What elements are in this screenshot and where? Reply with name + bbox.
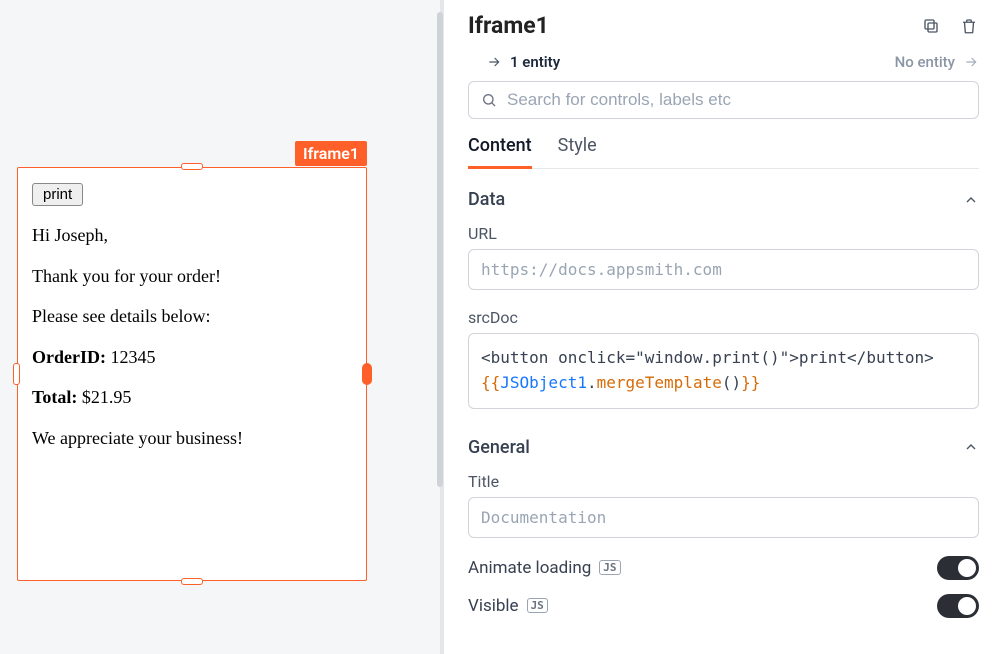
resize-handle-right[interactable]: [362, 363, 372, 385]
order-line: OrderID: 12345: [32, 346, 352, 369]
entity-count-text: 1 entity: [510, 53, 560, 71]
resize-handle-left[interactable]: [13, 363, 20, 385]
js-badge[interactable]: JS: [599, 560, 620, 575]
srcdoc-line1: <button onclick="window.print()">print</…: [481, 346, 966, 371]
token-close-braces: }}: [741, 373, 760, 392]
section-data-title: Data: [468, 189, 505, 210]
search-icon: [481, 92, 497, 108]
panel-title: Iframe1: [468, 12, 549, 39]
title-input[interactable]: Documentation: [468, 497, 979, 538]
greeting-text: Hi Joseph,: [32, 224, 352, 247]
url-input[interactable]: https://docs.appsmith.com: [468, 249, 979, 290]
panel-header: Iframe1: [468, 12, 979, 39]
search-input[interactable]: [507, 90, 966, 110]
resize-handle-top[interactable]: [181, 163, 203, 170]
print-button[interactable]: print: [32, 183, 83, 206]
token-object: JSObject1: [500, 373, 587, 392]
visible-label: Visible: [468, 596, 519, 616]
animate-loading-row: Animate loading JS: [468, 556, 979, 580]
title-label: Title: [468, 472, 979, 491]
token-open-braces: {{: [481, 373, 500, 392]
widget-label-chip: Iframe1: [295, 141, 367, 166]
section-general-header[interactable]: General: [468, 437, 979, 458]
visible-toggle[interactable]: [937, 594, 979, 618]
total-line: Total: $21.95: [32, 386, 352, 409]
entity-nav-row: 1 entity No entity: [468, 53, 979, 71]
section-data-header[interactable]: Data: [468, 189, 979, 210]
srcdoc-expr: {{JSObject1.mergeTemplate()}}: [481, 371, 966, 396]
srcdoc-label: srcDoc: [468, 308, 979, 327]
total-label: Total:: [32, 387, 77, 407]
srcdoc-input[interactable]: <button onclick="window.print()">print</…: [468, 333, 979, 409]
token-dot: .: [587, 373, 597, 392]
property-search[interactable]: [468, 81, 979, 119]
url-label: URL: [468, 224, 979, 243]
chevron-up-icon: [963, 439, 979, 455]
tab-content[interactable]: Content: [468, 135, 532, 169]
total-value: $21.95: [82, 387, 132, 407]
arrow-right-icon: [486, 54, 502, 70]
animate-loading-label: Animate loading: [468, 558, 591, 578]
order-value: 12345: [110, 347, 155, 367]
delete-icon[interactable]: [959, 16, 979, 36]
token-parens: (): [722, 373, 741, 392]
resize-handle-bottom[interactable]: [181, 578, 203, 585]
iframe-frame[interactable]: print Hi Joseph, Thank you for your orde…: [17, 167, 367, 581]
order-label: OrderID:: [32, 347, 106, 367]
tab-style[interactable]: Style: [558, 135, 597, 168]
arrow-right-icon: [963, 54, 979, 70]
entity-next[interactable]: No entity: [895, 53, 979, 71]
js-badge[interactable]: JS: [527, 598, 548, 613]
thanks-text: Thank you for your order!: [32, 265, 352, 288]
canvas-area: Iframe1 print Hi Joseph, Thank you for y…: [0, 0, 440, 654]
animate-loading-toggle[interactable]: [937, 556, 979, 580]
copy-icon[interactable]: [921, 16, 941, 36]
token-function: mergeTemplate: [597, 373, 722, 392]
chevron-up-icon: [963, 192, 979, 208]
visible-row: Visible JS: [468, 594, 979, 618]
appreciate-text: We appreciate your business!: [32, 427, 352, 450]
entity-prev[interactable]: 1 entity: [486, 53, 560, 71]
details-text: Please see details below:: [32, 305, 352, 328]
iframe-content-preview: print Hi Joseph, Thank you for your orde…: [24, 174, 360, 574]
property-panel: Iframe1 1 entity No entity Cont: [440, 0, 1003, 654]
iframe-widget[interactable]: Iframe1 print Hi Joseph, Thank you for y…: [17, 167, 367, 581]
tab-bar: Content Style: [468, 135, 979, 169]
no-entity-text: No entity: [895, 53, 955, 71]
section-general-title: General: [468, 437, 530, 458]
